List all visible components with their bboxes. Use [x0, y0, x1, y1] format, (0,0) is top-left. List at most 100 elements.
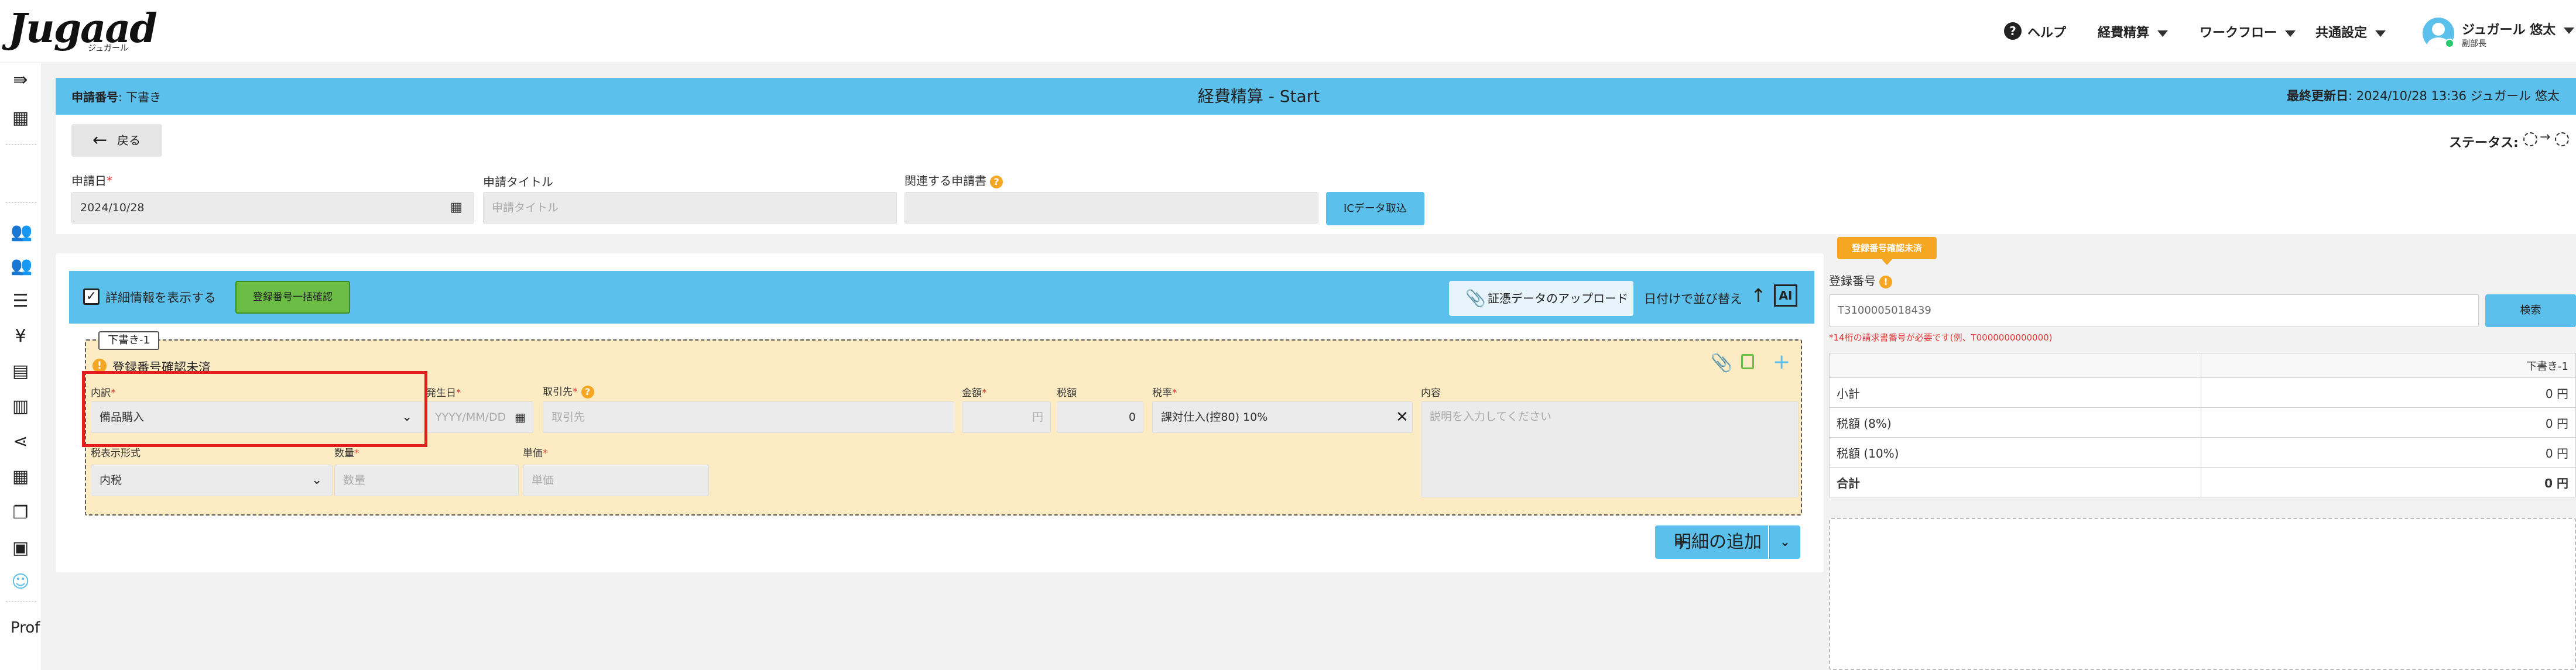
- vendor-label: 取引先*?: [543, 383, 594, 398]
- nav-workflow[interactable]: ワークフロー: [2200, 22, 2296, 41]
- sort-arrow-icon[interactable]: ↑: [1751, 284, 1766, 307]
- registration-status-badge: 登録番号確認未済: [1837, 237, 1937, 265]
- help-icon[interactable]: ?: [2004, 22, 2022, 40]
- building-icon[interactable]: ▦: [11, 108, 30, 128]
- application-date-label: 申請日*: [71, 174, 112, 188]
- tax-amount-input[interactable]: 0: [1057, 401, 1143, 433]
- upload-receipt-button[interactable]: 📎 証憑データのアップロード: [1449, 281, 1633, 316]
- amount-placeholder: 円: [1032, 411, 1043, 424]
- page-title: 経費精算 - Start: [1197, 87, 1320, 106]
- summary-header-row: 下書き-1: [1829, 353, 2576, 378]
- status-pending-icon: [2555, 132, 2569, 146]
- registration-hint: *14桁の請求書番号が必要です(例、T0000000000000): [1829, 332, 2053, 343]
- application-number-value: : 下書き: [118, 90, 162, 104]
- table-row: 税額 (10%) 0 円: [1829, 437, 2576, 468]
- bulk-registration-check-button[interactable]: 登録番号一括確認: [235, 281, 350, 314]
- unit-price-input[interactable]: 単価: [523, 465, 709, 496]
- issue-date-label: 発生日*: [426, 387, 461, 399]
- quantity-input[interactable]: 数量: [334, 465, 519, 496]
- tax-display-select[interactable]: 内税 ⌄: [91, 465, 333, 496]
- nav-expense[interactable]: 経費精算: [2098, 22, 2169, 41]
- users-icon[interactable]: 👥: [11, 222, 32, 242]
- application-title-input[interactable]: 申請タイトル: [483, 192, 897, 224]
- top-bar: Jugaad ジュガール ? ヘルプ 経費精算 ワークフロー 共通設定 ジュガー…: [0, 0, 2576, 63]
- document-icon[interactable]: ▤: [11, 362, 30, 382]
- tax-rate-value: 課対仕入(控80) 10%: [1161, 411, 1268, 424]
- application-date-field[interactable]: 2024/10/28 ▦: [71, 192, 474, 224]
- show-detail-label[interactable]: 詳細情報を表示する: [105, 288, 216, 306]
- vendor-input[interactable]: 取引先: [543, 401, 954, 433]
- status-label: ステータス:: [2449, 136, 2519, 150]
- show-detail-checkbox[interactable]: ✓: [83, 288, 100, 305]
- related-application-input[interactable]: [905, 192, 1318, 224]
- collapse-icon[interactable]: ⇛: [11, 70, 30, 90]
- user-menu[interactable]: ジュガール 悠太: [2462, 19, 2575, 38]
- summary-row-value: 0 円: [2201, 437, 2576, 468]
- yen-icon[interactable]: ¥: [11, 327, 30, 346]
- tax-amount-value: 0: [1128, 411, 1136, 424]
- quantity-label-text: 数量: [334, 448, 354, 459]
- user-name: ジュガール 悠太: [2462, 23, 2556, 37]
- sort-by-date-label[interactable]: 日付けで並び替え: [1644, 290, 1742, 307]
- share-icon[interactable]: ⋖: [11, 432, 30, 452]
- registration-number-input[interactable]: T3100005018439: [1829, 294, 2479, 327]
- app-logo[interactable]: Jugaad: [8, 8, 157, 49]
- arrow-right-icon: →: [2540, 130, 2551, 145]
- registration-number-value: T3100005018439: [1838, 304, 1931, 317]
- sidebar-profile-label[interactable]: Prof: [11, 619, 40, 637]
- clear-icon[interactable]: ✕: [1396, 408, 1409, 426]
- application-number-label: 申請番号: [71, 90, 118, 104]
- arrow-left-icon: ←: [93, 130, 108, 150]
- nav-common-settings[interactable]: 共通設定: [2315, 22, 2386, 41]
- grid-icon[interactable]: ▦: [11, 467, 30, 487]
- amount-input[interactable]: 円: [962, 401, 1051, 433]
- application-title-label: 申請タイトル: [483, 175, 553, 189]
- ic-data-import-button[interactable]: ICデータ取込: [1326, 192, 1424, 225]
- draft-tag: 下書き-1: [98, 331, 159, 350]
- registration-search-button[interactable]: 検索: [2485, 294, 2576, 327]
- add-line-dropdown[interactable]: ⌄: [1769, 525, 1800, 559]
- add-icon[interactable]: +: [1773, 350, 1790, 374]
- help-link[interactable]: ヘルプ: [2027, 22, 2066, 41]
- calendar-icon[interactable]: ▦: [450, 193, 463, 223]
- nav-expense-label: 経費精算: [2098, 26, 2150, 40]
- paperclip-icon: 📎: [1465, 288, 1486, 308]
- last-updated-value: : 2024/10/28 13:36 ジュガール 悠太: [2348, 89, 2560, 103]
- chevron-down-icon: ⌄: [311, 473, 323, 487]
- help-icon[interactable]: ?: [990, 175, 1003, 188]
- tax-display-value: 内税: [100, 474, 122, 487]
- amount-label-text: 金額: [962, 387, 982, 399]
- issue-date-label-text: 発生日: [426, 387, 456, 399]
- copy-icon[interactable]: ❐: [11, 503, 30, 523]
- back-button[interactable]: ← 戻る: [71, 124, 162, 157]
- ai-icon[interactable]: AI: [1774, 284, 1797, 307]
- unit-price-label-text: 単価: [523, 448, 543, 459]
- receipt-drop-zone[interactable]: [1829, 518, 2576, 670]
- help-icon[interactable]: ?: [581, 386, 594, 398]
- table-row: 小計 0 円: [1829, 377, 2576, 408]
- users-icon[interactable]: 👥: [11, 256, 32, 276]
- summary-row-label: 税額 (8%): [1829, 407, 2201, 438]
- book-icon[interactable]: ▣: [11, 538, 30, 558]
- calendar-icon[interactable]: ▦: [515, 402, 526, 432]
- unit-price-placeholder: 単価: [532, 474, 554, 487]
- chevron-down-icon: [2157, 30, 2169, 37]
- nav-workflow-label: ワークフロー: [2200, 26, 2277, 40]
- user-department: 副部長: [2462, 39, 2486, 49]
- chevron-down-icon: [2285, 30, 2296, 37]
- smile-icon[interactable]: ☺: [11, 572, 30, 592]
- copy-icon[interactable]: [1741, 354, 1754, 369]
- issue-date-placeholder: YYYY/MM/DD: [435, 411, 506, 424]
- tax-rate-select[interactable]: 課対仕入(控80) 10%: [1152, 401, 1413, 433]
- content-textarea[interactable]: 説明を入力してください: [1421, 401, 1799, 497]
- nav-common-settings-label: 共通設定: [2315, 26, 2368, 40]
- add-line-button[interactable]: + 明細の追加: [1655, 525, 1768, 559]
- table-row: 税額 (8%) 0 円: [1829, 407, 2576, 438]
- list-icon[interactable]: ☰: [11, 291, 30, 311]
- document-stack-icon[interactable]: ▥: [11, 397, 30, 417]
- last-updated-label: 最終更新日: [2287, 89, 2348, 103]
- issue-date-input[interactable]: YYYY/MM/DD ▦: [426, 401, 533, 433]
- paperclip-icon[interactable]: 📎: [1711, 353, 1732, 373]
- summary-row-label: 合計: [1829, 467, 2201, 497]
- upload-receipt-label: 証憑データのアップロード: [1488, 291, 1628, 305]
